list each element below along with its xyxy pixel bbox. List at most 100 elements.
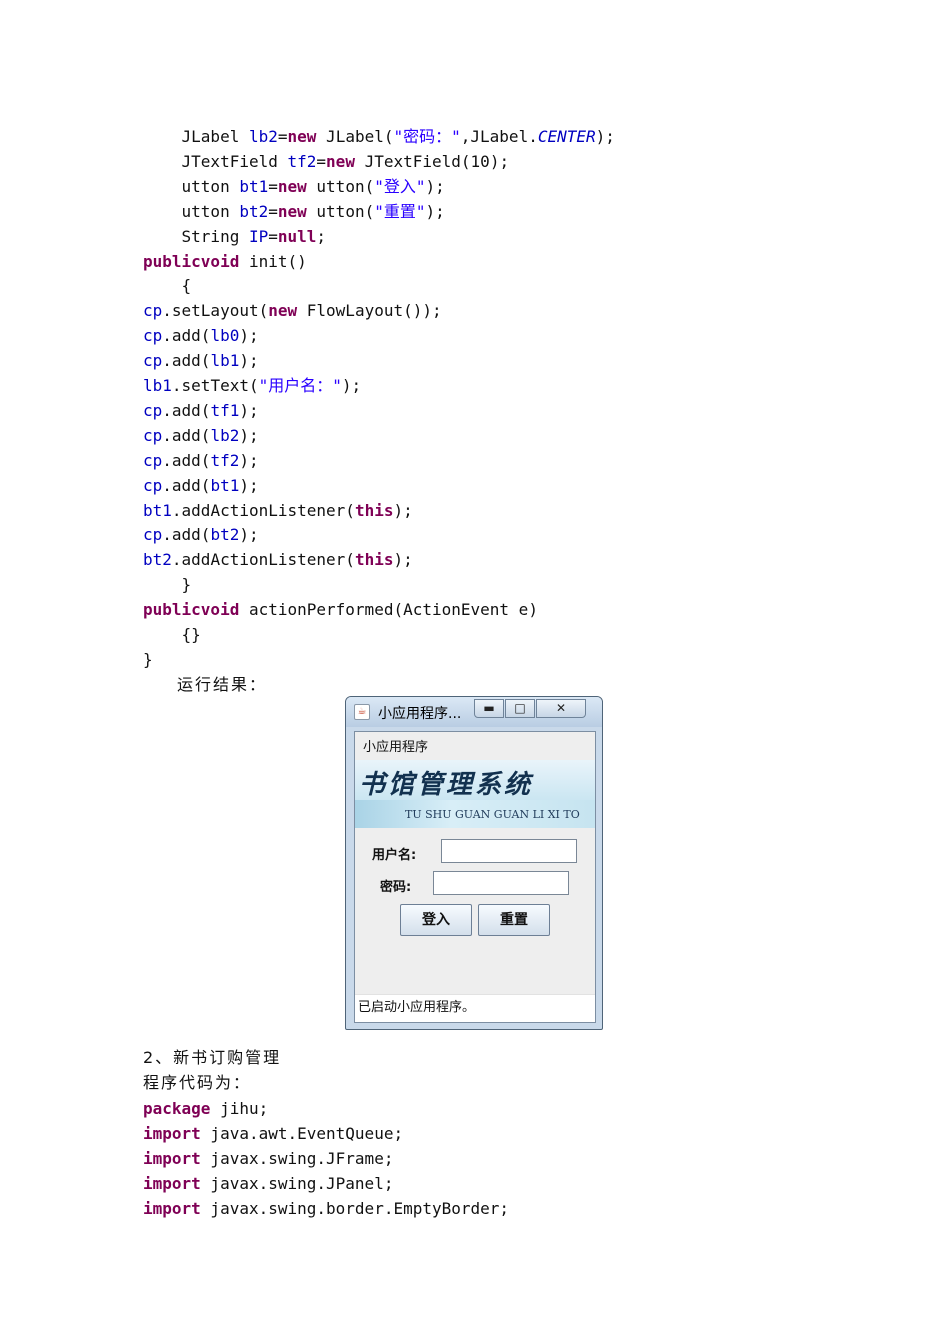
code-token: ); [239,425,259,445]
code-token: = [268,226,278,246]
code-line: utton bt1=new utton("登入"); [143,174,445,199]
code-token: .add( [162,400,211,420]
password-label: 密码: [380,880,412,895]
username-field[interactable] [441,839,577,863]
code-token: import [143,1199,201,1218]
code-token: import [143,1124,201,1143]
code-token: lb2 [210,425,240,445]
code-line: package jihu; [143,1096,268,1121]
minimize-button[interactable]: ▬ [474,699,504,718]
code-token: ); [425,201,445,221]
code-line: JLabel lb2=new JLabel("密码：",JLabel.CENTE… [143,124,615,149]
run-result-label: 运行结果： [177,675,268,694]
code-token: ); [239,326,259,346]
code-line: } [143,647,153,672]
code-token: utton [143,176,240,196]
code-token: ); [239,450,259,470]
code-token: ); [239,351,259,371]
code-token: cp [143,425,163,445]
code-token: "重置" [374,201,426,221]
code-token: utton [143,201,240,221]
code-token: init() [239,251,307,271]
window-titlebar[interactable]: ☕ 小应用程序... ▬ □ ✕ [346,697,602,727]
java-cup-icon: ☕ [354,704,370,720]
code-token: package [143,1099,211,1118]
code-token: = [316,151,327,171]
code-line: cp.add(lb2); [143,423,259,448]
login-button[interactable]: 登入 [400,904,472,936]
code-line: } [143,572,192,597]
code-token: .addActionListener( [171,500,355,520]
code-line: import javax.swing.JPanel; [143,1171,393,1196]
code-token: "密码：" [393,127,461,146]
code-token: cp [143,400,163,420]
code-token: .add( [162,425,211,445]
code-line: import javax.swing.JFrame; [143,1146,393,1171]
code-token: bt2 [239,201,269,221]
code-token: cp [143,475,163,495]
code-token: .add( [162,450,211,470]
applet-window: ☕ 小应用程序... ▬ □ ✕ 小应用程序 书馆管理系统 TU SHU GUA… [345,696,603,1030]
applet-client-area: 小应用程序 书馆管理系统 TU SHU GUAN GUAN LI XI TO 用… [354,731,596,1023]
code-token: new [268,301,298,321]
code-token: .add( [162,351,211,371]
code-token: bt1 [143,500,172,520]
code-line: cp.setLayout(new FlowLayout()); [143,298,442,323]
code-line: import javax.swing.border.EmptyBorder; [143,1196,509,1221]
code-token: .add( [162,326,211,346]
code-token: String [143,226,249,246]
code-token: bt2 [210,525,240,545]
code-token: bt2 [143,550,172,570]
code-token: this [354,500,394,520]
code-token: this [354,550,394,570]
code-token: {} [143,625,201,644]
close-button[interactable]: ✕ [536,699,586,718]
code-token: .addActionListener( [171,550,355,570]
code-token: tf2 [210,450,240,470]
code-token: import [143,1149,201,1168]
code-token: actionPerformed(ActionEvent e) [239,600,538,620]
code-token: JLabel [143,127,249,146]
code-line: cp.add(lb1); [143,348,259,373]
applet-menu-label[interactable]: 小应用程序 [363,736,428,755]
code-line: cp.add(bt2); [143,522,259,547]
code-line: cp.add(bt1); [143,473,259,498]
code-token: "用户名：" [258,376,342,395]
code-token: lb2 [248,127,278,146]
code-token: tf2 [287,151,317,171]
code-token: import [143,1174,201,1193]
code-token: bt1 [210,475,240,495]
code-token: cp [143,525,163,545]
code-line: bt1.addActionListener(this); [143,498,413,523]
code-token: .add( [162,475,211,495]
code-token: "登入" [374,176,426,196]
code-token: ); [239,400,259,420]
reset-button[interactable]: 重置 [478,904,550,936]
code-token: JTextField [143,151,288,171]
code-line: publicvoid init() [143,249,307,274]
code-token: javax.swing.JPanel; [200,1174,394,1193]
code-token: lb0 [210,326,240,346]
code-token: cp [143,450,163,470]
maximize-button[interactable]: □ [505,699,535,718]
code-token: .setText( [171,376,259,395]
code-token: = [277,127,288,146]
banner-subtitle: TU SHU GUAN GUAN LI XI TO [405,808,580,821]
code-token: new [287,127,317,146]
applet-status-bar: 已启动小应用程序。 [355,994,595,1022]
code-line: cp.add(tf2); [143,448,259,473]
code-line: cp.add(tf1); [143,398,259,423]
code-token: javax.swing.border.EmptyBorder; [200,1199,510,1218]
section-heading: 2、新书订购管理 [143,1048,282,1067]
code-token: CENTER [537,127,596,146]
code-token: tf1 [210,400,240,420]
code-token: ); [393,500,413,520]
code-token: ,JLabel. [460,127,538,146]
code-token: FlowLayout()); [297,301,442,321]
code-line: String IP=null; [143,224,327,249]
password-field[interactable] [433,871,569,895]
code-line: { [143,273,192,298]
code-token: } [143,649,153,669]
code-token: jihu; [210,1099,269,1118]
banner-image: 书馆管理系统 TU SHU GUAN GUAN LI XI TO [355,760,595,828]
